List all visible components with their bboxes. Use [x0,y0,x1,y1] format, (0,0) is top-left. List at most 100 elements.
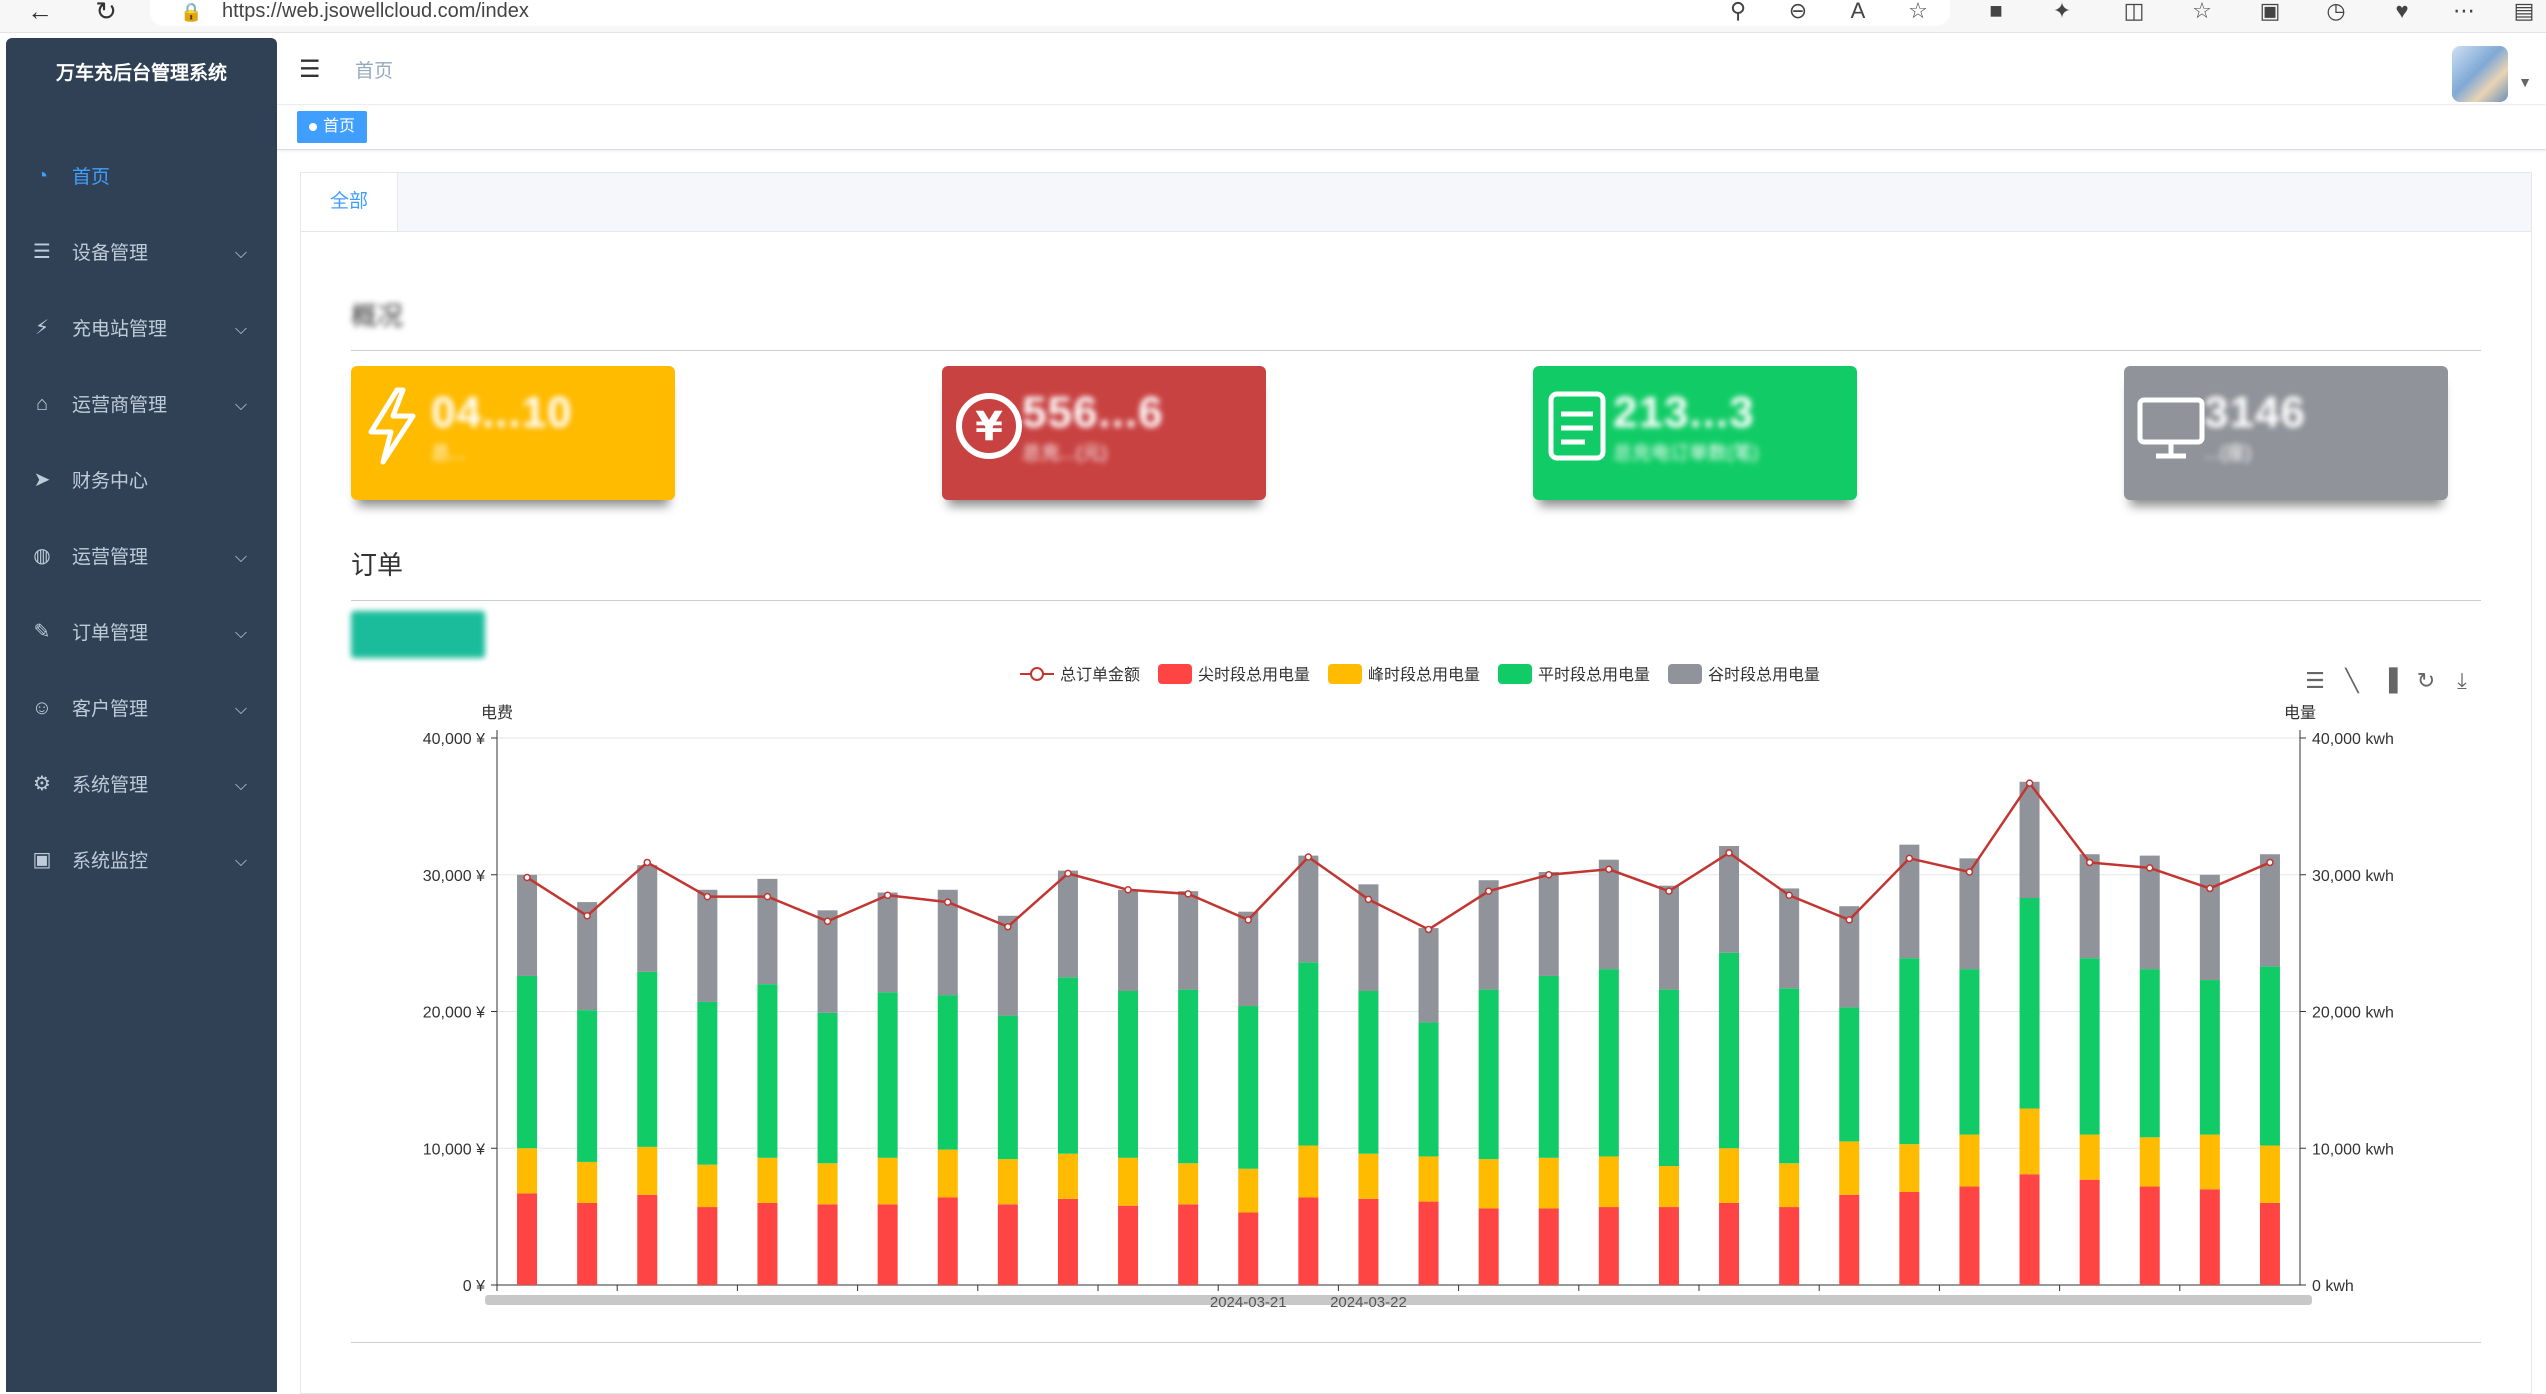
bar-segment [517,975,538,1149]
order-amount-point [883,891,892,900]
bar-segment [2079,854,2100,959]
data-view-icon[interactable]: ☰ [2305,669,2325,694]
bar-segment [1118,1205,1139,1285]
legend-label: 尖时段总用电量 [1198,666,1310,684]
y-tick-label-right: 10,000 kwh [2312,1141,2394,1158]
orders-chart: 0 ¥ 10,000 ¥ 20,000 ¥ 30,000 ¥ 40,000 ¥ 0 kwh… [423,664,2467,1311]
bar-segment [2019,1108,2040,1175]
order-amount-point [1304,853,1313,861]
bar-segment [517,1193,538,1285]
bar-segment [1418,1022,1439,1157]
bar-segment [1719,1202,1740,1285]
bar-segment [2139,855,2160,970]
y-tick-label-right: 30,000 kwh [2312,868,2394,885]
y-axis-name-left: 电费 [481,704,513,722]
order-amount-point [1605,865,1613,874]
y-tick-label-left: 30,000 ¥ [423,868,485,885]
order-amount-point [1845,916,1853,924]
bar-segment [1238,1212,1259,1285]
order-amount-line [526,780,2271,931]
bar-segment [877,1204,898,1285]
bar-segment [1358,1198,1379,1285]
bar-segment [1118,990,1139,1158]
bar-segment [697,1207,718,1285]
bar-segment [1538,1157,1559,1209]
bar-segment [1057,1198,1078,1285]
bar-segment [1719,846,1740,953]
bar-segment [2139,969,2160,1138]
legend-swatch [1328,664,1362,684]
order-amount-point [1665,887,1673,895]
bar-segment [2139,1137,2160,1187]
legend-marker-icon [1030,667,1044,681]
order-amount-point [583,912,591,920]
bar-segment [2019,897,2040,1109]
bar-segment [1658,1207,1679,1285]
line-chart-icon[interactable]: ╲ [2344,667,2360,694]
bar-segment [2019,781,2040,898]
order-amount-point [2085,858,2094,867]
bar-segment [697,1001,718,1165]
legend-swatch [1498,664,1532,684]
bar-segment [1118,889,1139,991]
bar-segment [1719,1148,1740,1203]
bar-segment [1598,1156,1619,1208]
order-amount-point [643,858,651,867]
order-amount-point [1545,871,1553,879]
bar-segment [1358,1153,1379,1199]
bar-segment [1658,1166,1679,1208]
bar-segment [1057,870,1078,978]
bar-segment [2079,958,2100,1135]
bar-segment [1178,891,1199,990]
bar-segment [1418,1156,1439,1202]
order-amount-point [1064,869,1072,878]
order-amount-point [2146,864,2154,872]
bar-segment [1538,872,1559,976]
bar-segment [937,1149,958,1198]
bar-segment [1719,952,1740,1149]
bar-segment [757,1157,778,1203]
bar-segment [2259,854,2280,967]
bar-segment [517,1148,538,1194]
bar-segment [1779,988,1800,1164]
order-amount-point [1124,886,1132,894]
bar-segment [577,1161,598,1203]
bar-segment [817,1012,838,1164]
bar-segment [1358,990,1379,1154]
chart-bottom-divider [351,1342,2481,1343]
bar-segment [1478,1208,1499,1285]
bar-segment [1418,1201,1439,1285]
bar-segment [1057,1153,1078,1199]
bar-segment [1779,1163,1800,1208]
bar-segment [1779,1207,1800,1285]
bar-segment [877,992,898,1158]
bar-segment [2259,1145,2280,1203]
y-axis-name-right: 电量 [2284,704,2316,722]
bar-segment [1538,1208,1559,1285]
order-amount-point [1965,868,1974,876]
order-amount-point [703,892,712,901]
bar-segment [1298,962,1319,1146]
x-tick-label: 2024-03-22 [1330,1294,1407,1311]
bar-segment [997,1204,1018,1285]
bar-segment [1418,928,1439,1023]
order-amount-point [1785,891,1793,900]
legend-label: 谷时段总用电量 [1708,666,1820,684]
download-icon[interactable]: ⤓ [2457,669,2467,694]
bar-segment [1238,911,1259,1007]
order-amount-point [823,917,832,925]
bar-segment [1478,989,1499,1160]
order-amount-point [1184,890,1192,898]
bar-segment [697,1164,718,1208]
bar-segment [1598,1207,1619,1285]
bar-chart-icon[interactable]: ▐ [2381,667,2399,694]
bar-segment [877,892,898,993]
bar-segment [1959,1186,1980,1285]
bar-segment [1238,1168,1259,1213]
legend-label: 峰时段总用电量 [1368,666,1480,684]
restore-icon[interactable]: ↻ [2417,669,2435,694]
y-tick-label-right: 20,000 kwh [2312,1005,2394,1022]
bar-segment [877,1157,898,1205]
x-tick-label-blurred [2227,1295,2312,1305]
order-amount-point [1484,887,1493,895]
